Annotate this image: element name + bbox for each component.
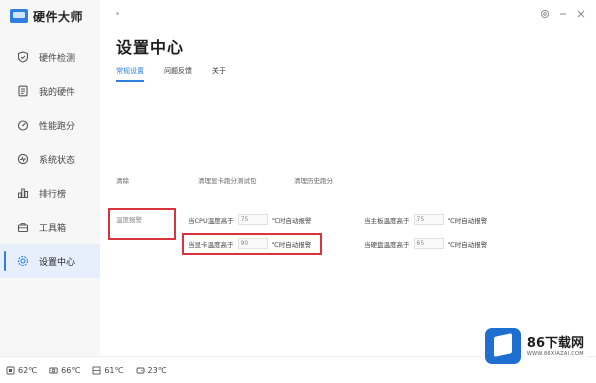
board-alert-suffix: ℃时自动报警: [447, 216, 488, 225]
site-watermark: 86下载网 WWW.86XIAZAI.COM: [480, 326, 588, 366]
watermark-logo-icon: [484, 328, 521, 364]
sidebar-item-label: 工具箱: [39, 223, 67, 234]
settings-icon: [17, 255, 29, 267]
cpu-temp-input[interactable]: 75: [237, 214, 268, 225]
sidebar-item-ranking[interactable]: 排行榜: [0, 176, 100, 210]
cpu-temp-alert: 当CPU温度高于 75 ℃时自动报警: [188, 214, 312, 225]
monitor-icon: [17, 153, 29, 165]
status-disk-temp: 23℃: [136, 366, 167, 375]
clean-gpu-benchmark-option[interactable]: 清理显卡跑分测试包: [198, 175, 257, 185]
clean-history-option[interactable]: 清理历史跑分: [294, 175, 333, 185]
minimize-icon[interactable]: [558, 9, 568, 19]
sidebar-item-my-hardware[interactable]: 我的硬件: [0, 74, 100, 108]
sidebar-item-settings[interactable]: 设置中心: [0, 244, 100, 278]
ranking-icon: [17, 187, 29, 199]
board-temp-icon: [92, 366, 101, 374]
status-cpu-temp: 62℃: [6, 366, 37, 375]
disk-temp-alert: 当硬盘温度高于 65 ℃时自动报警: [364, 238, 487, 249]
status-board-temp: 61℃: [92, 365, 124, 375]
sidebar-item-label: 系统状态: [39, 155, 76, 166]
watermark-subtitle: WWW.86XIAZAI.COM: [526, 350, 584, 357]
gpu-temp-icon: [49, 367, 58, 373]
titlebar-controls: [540, 9, 586, 19]
settings-tabs: 常规设置 问题反馈 关于: [116, 66, 226, 82]
app-window: 硬件大师 硬件检测 我的硬件 性能跑分 系统状态 排行榜 工具箱 设置中心 设置…: [0, 0, 596, 383]
sidebar-item-label: 我的硬件: [39, 87, 76, 98]
sidebar-item-hardware-check[interactable]: 硬件检测: [0, 40, 100, 74]
board-temp-input[interactable]: 75: [413, 214, 444, 225]
status-value: 61℃: [104, 365, 124, 375]
toolbox-icon: [17, 221, 29, 233]
sidebar-nav: 硬件检测 我的硬件 性能跑分 系统状态 排行榜 工具箱 设置中心: [0, 40, 100, 278]
disk-alert-suffix: ℃时自动报警: [447, 240, 488, 249]
watermark-title: 86下载网: [526, 335, 584, 351]
sidebar-item-toolbox[interactable]: 工具箱: [0, 210, 100, 244]
status-value: 23℃: [147, 365, 167, 375]
tab-about[interactable]: 关于: [212, 66, 226, 82]
tab-general-settings[interactable]: 常规设置: [116, 66, 144, 82]
status-value: 62℃: [18, 365, 38, 375]
disk-alert-prefix: 当硬盘温度高于: [364, 240, 410, 249]
status-value: 66℃: [61, 365, 81, 375]
document-icon: [17, 85, 29, 97]
app-name: 硬件大师: [33, 9, 84, 24]
sidebar-item-label: 硬件检测: [39, 53, 76, 64]
highlight-box-gpu-alert: [182, 233, 322, 255]
sidebar-item-label: 设置中心: [39, 257, 76, 268]
sidebar-item-label: 排行榜: [39, 189, 67, 200]
sidebar-item-benchmark[interactable]: 性能跑分: [0, 108, 100, 142]
sidebar-item-label: 性能跑分: [39, 121, 76, 132]
app-logo-icon: [10, 9, 28, 23]
cpu-temp-icon: [6, 366, 15, 374]
status-gpu-temp: 66℃: [49, 366, 80, 375]
gauge-icon: [17, 119, 29, 131]
sidebar-item-system-status[interactable]: 系统状态: [0, 142, 100, 176]
titlebar-dot: [116, 12, 119, 15]
sidebar: 硬件大师 硬件检测 我的硬件 性能跑分 系统状态 排行榜 工具箱 设置中心: [0, 0, 100, 356]
brand: 硬件大师: [10, 6, 83, 26]
cpu-alert-prefix: 当CPU温度高于: [188, 216, 234, 225]
close-icon[interactable]: [576, 9, 586, 19]
highlight-box-temperature-label: [108, 208, 176, 240]
disk-temp-icon: [136, 367, 144, 373]
cleanup-label: 清除: [116, 177, 129, 185]
shield-icon: [17, 51, 29, 63]
cpu-alert-suffix: ℃时自动报警: [271, 216, 312, 225]
page-title: 设置中心: [116, 38, 185, 57]
tab-feedback[interactable]: 问题反馈: [164, 66, 192, 82]
disk-temp-input[interactable]: 65: [413, 238, 444, 249]
board-temp-alert: 当主板温度高于 75 ℃时自动报警: [364, 214, 487, 225]
settings-icon[interactable]: [540, 9, 550, 19]
board-alert-prefix: 当主板温度高于: [364, 216, 410, 225]
